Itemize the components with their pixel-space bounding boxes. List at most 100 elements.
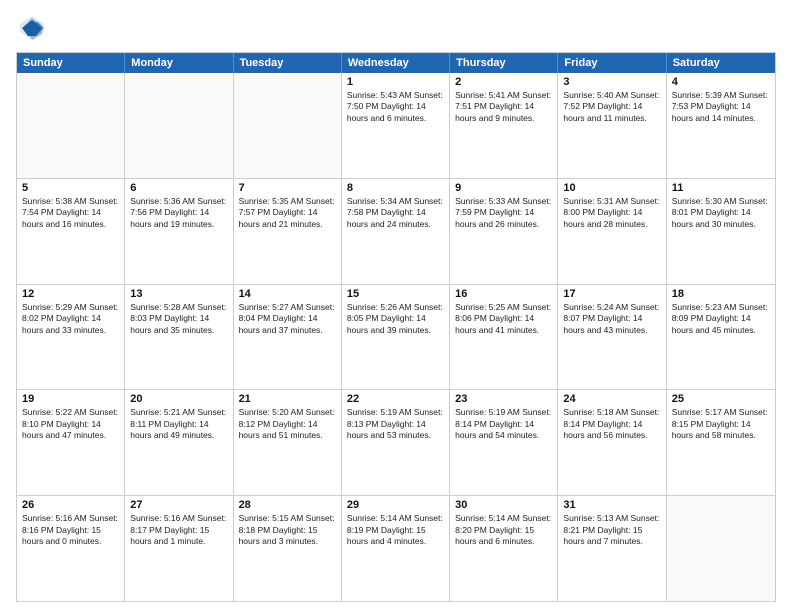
day-number: 16 bbox=[455, 288, 552, 300]
day-detail: Sunrise: 5:40 AM Sunset: 7:52 PM Dayligh… bbox=[563, 90, 660, 124]
day-cell-26: 26Sunrise: 5:16 AM Sunset: 8:16 PM Dayli… bbox=[17, 496, 125, 601]
day-detail: Sunrise: 5:19 AM Sunset: 8:14 PM Dayligh… bbox=[455, 407, 552, 441]
day-number: 30 bbox=[455, 499, 552, 511]
day-cell-18: 18Sunrise: 5:23 AM Sunset: 8:09 PM Dayli… bbox=[667, 285, 775, 390]
header bbox=[16, 12, 776, 44]
week-row-4: 19 Sunrise: 5:22 AM Sunset: 8:10 PM Dayli… bbox=[17, 390, 775, 496]
day-cell-28: 28 Sunrise: 5:15 AM Sunset: 8:18 PM Dayli… bbox=[234, 496, 342, 601]
day-cell-25: 25 Sunrise: 5:17 AM Sunset: 8:15 PM Dayli… bbox=[667, 390, 775, 495]
day-number: 17 bbox=[563, 288, 660, 300]
day-detail: Sunrise: 5:14 AM Sunset: 8:20 PM Dayligh… bbox=[455, 513, 552, 547]
day-cell-30: 30 Sunrise: 5:14 AM Sunset: 8:20 PM Dayli… bbox=[450, 496, 558, 601]
empty-cell bbox=[234, 73, 342, 178]
header-friday: Friday bbox=[558, 53, 666, 73]
day-cell-20: 20 Sunrise: 5:21 AM Sunset: 8:11 PM Dayli… bbox=[125, 390, 233, 495]
day-number: 21 bbox=[239, 393, 336, 405]
day-detail: Sunrise: 5:28 AM Sunset: 8:03 PM Dayligh… bbox=[130, 302, 227, 336]
day-detail: Sunrise: 5:15 AM Sunset: 8:18 PM Dayligh… bbox=[239, 513, 336, 547]
day-cell-14: 14Sunrise: 5:27 AM Sunset: 8:04 PM Dayli… bbox=[234, 285, 342, 390]
day-cell-3: 3 Sunrise: 5:40 AM Sunset: 7:52 PM Daylig… bbox=[558, 73, 666, 178]
day-detail: Sunrise: 5:27 AM Sunset: 8:04 PM Dayligh… bbox=[239, 302, 336, 336]
day-number: 9 bbox=[455, 182, 552, 194]
logo bbox=[16, 12, 52, 44]
day-number: 25 bbox=[672, 393, 770, 405]
day-number: 10 bbox=[563, 182, 660, 194]
day-cell-23: 23 Sunrise: 5:19 AM Sunset: 8:14 PM Dayli… bbox=[450, 390, 558, 495]
day-detail: Sunrise: 5:35 AM Sunset: 7:57 PM Dayligh… bbox=[239, 196, 336, 230]
day-detail: Sunrise: 5:18 AM Sunset: 8:14 PM Dayligh… bbox=[563, 407, 660, 441]
day-detail: Sunrise: 5:30 AM Sunset: 8:01 PM Dayligh… bbox=[672, 196, 770, 230]
week-row-1: 1 Sunrise: 5:43 AM Sunset: 7:50 PM Daylig… bbox=[17, 73, 775, 179]
day-number: 31 bbox=[563, 499, 660, 511]
empty-cell bbox=[667, 496, 775, 601]
day-cell-6: 6Sunrise: 5:36 AM Sunset: 7:56 PM Daylig… bbox=[125, 179, 233, 284]
day-detail: Sunrise: 5:29 AM Sunset: 8:02 PM Dayligh… bbox=[22, 302, 119, 336]
day-detail: Sunrise: 5:22 AM Sunset: 8:10 PM Dayligh… bbox=[22, 407, 119, 441]
day-number: 26 bbox=[22, 499, 119, 511]
header-saturday: Saturday bbox=[667, 53, 775, 73]
day-number: 12 bbox=[22, 288, 119, 300]
day-detail: Sunrise: 5:33 AM Sunset: 7:59 PM Dayligh… bbox=[455, 196, 552, 230]
day-number: 28 bbox=[239, 499, 336, 511]
day-number: 1 bbox=[347, 76, 444, 88]
day-detail: Sunrise: 5:24 AM Sunset: 8:07 PM Dayligh… bbox=[563, 302, 660, 336]
day-number: 23 bbox=[455, 393, 552, 405]
calendar-header: SundayMondayTuesdayWednesdayThursdayFrid… bbox=[17, 53, 775, 73]
day-detail: Sunrise: 5:34 AM Sunset: 7:58 PM Dayligh… bbox=[347, 196, 444, 230]
empty-cell bbox=[125, 73, 233, 178]
day-cell-31: 31 Sunrise: 5:13 AM Sunset: 8:21 PM Dayli… bbox=[558, 496, 666, 601]
empty-cell bbox=[17, 73, 125, 178]
day-detail: Sunrise: 5:13 AM Sunset: 8:21 PM Dayligh… bbox=[563, 513, 660, 547]
day-number: 29 bbox=[347, 499, 444, 511]
header-sunday: Sunday bbox=[17, 53, 125, 73]
day-detail: Sunrise: 5:25 AM Sunset: 8:06 PM Dayligh… bbox=[455, 302, 552, 336]
header-tuesday: Tuesday bbox=[234, 53, 342, 73]
day-detail: Sunrise: 5:20 AM Sunset: 8:12 PM Dayligh… bbox=[239, 407, 336, 441]
page: SundayMondayTuesdayWednesdayThursdayFrid… bbox=[0, 0, 792, 612]
day-cell-2: 2 Sunrise: 5:41 AM Sunset: 7:51 PM Daylig… bbox=[450, 73, 558, 178]
day-number: 3 bbox=[563, 76, 660, 88]
day-number: 13 bbox=[130, 288, 227, 300]
day-cell-7: 7 Sunrise: 5:35 AM Sunset: 7:57 PM Daylig… bbox=[234, 179, 342, 284]
header-monday: Monday bbox=[125, 53, 233, 73]
day-number: 15 bbox=[347, 288, 444, 300]
header-thursday: Thursday bbox=[450, 53, 558, 73]
day-detail: Sunrise: 5:39 AM Sunset: 7:53 PM Dayligh… bbox=[672, 90, 770, 124]
day-detail: Sunrise: 5:36 AM Sunset: 7:56 PM Dayligh… bbox=[130, 196, 227, 230]
day-cell-12: 12 Sunrise: 5:29 AM Sunset: 8:02 PM Dayli… bbox=[17, 285, 125, 390]
day-number: 27 bbox=[130, 499, 227, 511]
week-row-3: 12 Sunrise: 5:29 AM Sunset: 8:02 PM Dayli… bbox=[17, 285, 775, 391]
day-cell-24: 24Sunrise: 5:18 AM Sunset: 8:14 PM Dayli… bbox=[558, 390, 666, 495]
day-cell-22: 22 Sunrise: 5:19 AM Sunset: 8:13 PM Dayli… bbox=[342, 390, 450, 495]
day-number: 8 bbox=[347, 182, 444, 194]
day-cell-21: 21 Sunrise: 5:20 AM Sunset: 8:12 PM Dayli… bbox=[234, 390, 342, 495]
calendar-body: 1 Sunrise: 5:43 AM Sunset: 7:50 PM Daylig… bbox=[17, 73, 775, 601]
day-detail: Sunrise: 5:17 AM Sunset: 8:15 PM Dayligh… bbox=[672, 407, 770, 441]
day-detail: Sunrise: 5:41 AM Sunset: 7:51 PM Dayligh… bbox=[455, 90, 552, 124]
day-detail: Sunrise: 5:14 AM Sunset: 8:19 PM Dayligh… bbox=[347, 513, 444, 547]
day-number: 20 bbox=[130, 393, 227, 405]
day-cell-10: 10Sunrise: 5:31 AM Sunset: 8:00 PM Dayli… bbox=[558, 179, 666, 284]
day-detail: Sunrise: 5:26 AM Sunset: 8:05 PM Dayligh… bbox=[347, 302, 444, 336]
day-detail: Sunrise: 5:21 AM Sunset: 8:11 PM Dayligh… bbox=[130, 407, 227, 441]
day-number: 11 bbox=[672, 182, 770, 194]
day-cell-5: 5Sunrise: 5:38 AM Sunset: 7:54 PM Daylig… bbox=[17, 179, 125, 284]
day-detail: Sunrise: 5:23 AM Sunset: 8:09 PM Dayligh… bbox=[672, 302, 770, 336]
day-detail: Sunrise: 5:43 AM Sunset: 7:50 PM Dayligh… bbox=[347, 90, 444, 124]
day-cell-11: 11 Sunrise: 5:30 AM Sunset: 8:01 PM Dayli… bbox=[667, 179, 775, 284]
day-cell-27: 27 Sunrise: 5:16 AM Sunset: 8:17 PM Dayli… bbox=[125, 496, 233, 601]
day-cell-1: 1 Sunrise: 5:43 AM Sunset: 7:50 PM Daylig… bbox=[342, 73, 450, 178]
day-number: 2 bbox=[455, 76, 552, 88]
day-number: 22 bbox=[347, 393, 444, 405]
day-detail: Sunrise: 5:19 AM Sunset: 8:13 PM Dayligh… bbox=[347, 407, 444, 441]
day-detail: Sunrise: 5:16 AM Sunset: 8:17 PM Dayligh… bbox=[130, 513, 227, 547]
day-number: 5 bbox=[22, 182, 119, 194]
day-cell-19: 19 Sunrise: 5:22 AM Sunset: 8:10 PM Dayli… bbox=[17, 390, 125, 495]
day-cell-13: 13 Sunrise: 5:28 AM Sunset: 8:03 PM Dayli… bbox=[125, 285, 233, 390]
day-number: 19 bbox=[22, 393, 119, 405]
day-cell-17: 17 Sunrise: 5:24 AM Sunset: 8:07 PM Dayli… bbox=[558, 285, 666, 390]
week-row-5: 26Sunrise: 5:16 AM Sunset: 8:16 PM Dayli… bbox=[17, 496, 775, 601]
day-number: 7 bbox=[239, 182, 336, 194]
week-row-2: 5Sunrise: 5:38 AM Sunset: 7:54 PM Daylig… bbox=[17, 179, 775, 285]
day-cell-8: 8 Sunrise: 5:34 AM Sunset: 7:58 PM Daylig… bbox=[342, 179, 450, 284]
